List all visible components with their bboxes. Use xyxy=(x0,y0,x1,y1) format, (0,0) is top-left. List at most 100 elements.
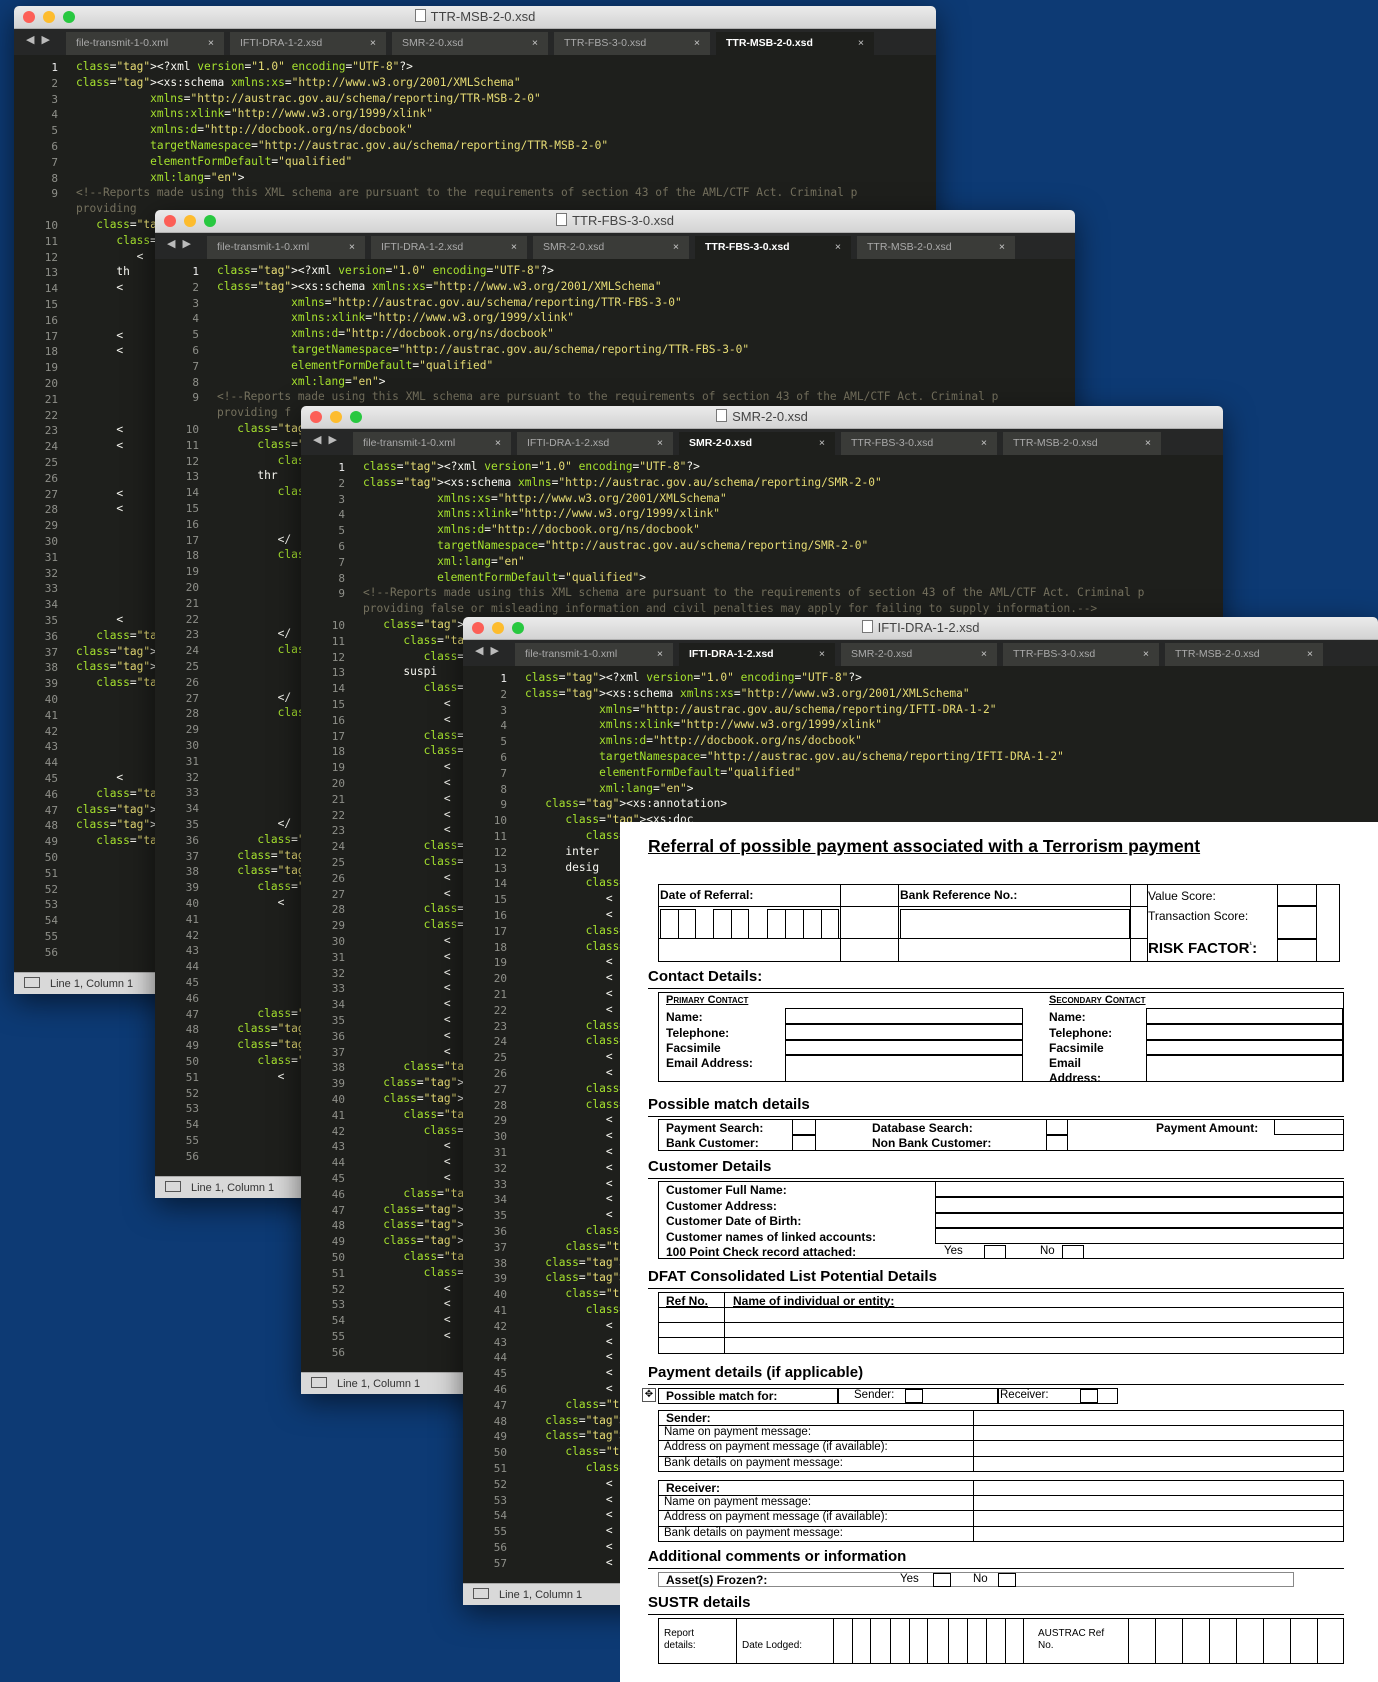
line-number: 1 xyxy=(192,265,199,278)
tab-ifti-dra-1-2-xsd[interactable]: IFTI-DRA-1-2.xsd × xyxy=(371,236,527,259)
point-check-yes-checkbox[interactable] xyxy=(984,1245,1006,1259)
assets-frozen-yes-checkbox[interactable] xyxy=(933,1573,951,1587)
bank-customer-checkbox[interactable] xyxy=(792,1135,816,1151)
screen-icon[interactable] xyxy=(311,1377,327,1388)
tab-ttr-fbs-3-0-xsd[interactable]: TTR-FBS-3-0.xsd × xyxy=(841,432,997,455)
tab-ttr-fbs-3-0-xsd[interactable]: TTR-FBS-3-0.xsd × xyxy=(1003,643,1159,666)
close-icon[interactable]: × xyxy=(835,236,841,259)
line-number: 7 xyxy=(500,766,507,780)
point-check-no-checkbox[interactable] xyxy=(1062,1245,1084,1259)
tab-smr-2-0-xsd[interactable]: SMR-2-0.xsd × xyxy=(841,643,997,666)
tab-ifti-dra-1-2-xsd[interactable]: IFTI-DRA-1-2.xsd × xyxy=(230,32,386,55)
customer-dob-input[interactable] xyxy=(935,1213,1344,1228)
close-icon[interactable]: × xyxy=(1307,643,1313,666)
close-icon[interactable]: × xyxy=(349,236,355,259)
close-icon[interactable]: × xyxy=(511,236,517,259)
close-icon[interactable]: × xyxy=(981,643,987,666)
close-icon[interactable]: × xyxy=(370,32,376,55)
close-icon[interactable]: × xyxy=(1143,643,1149,666)
close-icon[interactable]: × xyxy=(981,432,987,455)
secondary-email-input[interactable] xyxy=(1146,1055,1343,1082)
tab-smr-2-0-xsd[interactable]: SMR-2-0.xsd × xyxy=(392,32,548,55)
tab-ifti-dra-1-2-xsd[interactable]: IFTI-DRA-1-2.xsd × xyxy=(679,643,835,666)
primary-facsimile-input[interactable] xyxy=(785,1040,1023,1055)
tab-ttr-msb-2-0-xsd[interactable]: TTR-MSB-2-0.xsd × xyxy=(716,32,874,55)
tab-label: TTR-FBS-3-0.xsd xyxy=(1013,648,1096,660)
customer-address-input[interactable] xyxy=(935,1197,1344,1213)
austrac-ref-label: AUSTRAC Ref No. xyxy=(1038,1628,1105,1651)
bank-reference-input[interactable] xyxy=(900,909,1130,939)
screen-icon[interactable] xyxy=(473,1588,489,1599)
match-receiver-checkbox[interactable] xyxy=(1080,1389,1098,1403)
tab-label: TTR-FBS-3-0.xsd xyxy=(564,37,647,49)
secondary-name-input[interactable] xyxy=(1146,1008,1343,1024)
close-icon[interactable]: × xyxy=(694,32,700,55)
title-bar[interactable]: TTR-MSB-2-0.xsd xyxy=(14,6,936,29)
line-number: 39 xyxy=(185,881,199,895)
window-title: TTR-MSB-2-0.xsd xyxy=(14,9,936,24)
title-bar[interactable]: SMR-2-0.xsd xyxy=(301,406,1223,429)
tab-file-transmit-1-0-xml[interactable]: file-transmit-1-0.xml × xyxy=(66,32,224,55)
close-icon[interactable]: × xyxy=(819,432,825,455)
match-sender-checkbox[interactable] xyxy=(905,1389,923,1403)
primary-name-label: Name: xyxy=(666,1010,703,1024)
nav-arrows-icon[interactable]: ◀ ▶ xyxy=(313,433,339,446)
line-number: 18 xyxy=(44,345,58,359)
primary-email-input[interactable] xyxy=(785,1055,1023,1082)
value-score-input[interactable] xyxy=(1277,884,1317,906)
dfat-ref-no-header: Ref No. xyxy=(666,1294,708,1308)
tab-ttr-msb-2-0-xsd[interactable]: TTR-MSB-2-0.xsd × xyxy=(1003,432,1161,455)
close-icon[interactable]: × xyxy=(657,643,663,666)
close-icon[interactable]: × xyxy=(495,432,501,455)
secondary-telephone-input[interactable] xyxy=(1146,1024,1343,1040)
tab-file-transmit-1-0-xml[interactable]: file-transmit-1-0.xml × xyxy=(515,643,673,666)
customer-linked-accounts-input[interactable] xyxy=(935,1228,1344,1244)
move-handle-icon[interactable]: ✥ xyxy=(642,1388,656,1402)
line-number: 42 xyxy=(44,724,58,738)
close-icon[interactable]: × xyxy=(858,32,864,55)
payment-search-checkbox[interactable] xyxy=(792,1119,816,1135)
line-number: 30 xyxy=(331,935,345,948)
line-number: 7 xyxy=(338,555,345,569)
close-icon[interactable]: × xyxy=(1145,432,1151,455)
non-bank-customer-checkbox[interactable] xyxy=(1046,1135,1068,1151)
line-number: 6 xyxy=(500,751,507,764)
tab-file-transmit-1-0-xml[interactable]: file-transmit-1-0.xml × xyxy=(353,432,511,455)
close-icon[interactable]: × xyxy=(673,236,679,259)
customer-full-name-input[interactable] xyxy=(935,1181,1344,1197)
assets-frozen-no-checkbox[interactable] xyxy=(998,1573,1016,1587)
tab-ttr-msb-2-0-xsd[interactable]: TTR-MSB-2-0.xsd × xyxy=(857,236,1015,259)
close-icon[interactable]: × xyxy=(999,236,1005,259)
code-line: <!--Reports made using this XML schema a… xyxy=(76,186,858,200)
code-line: < xyxy=(525,1192,613,1206)
risk-factor-input[interactable] xyxy=(1277,939,1317,962)
close-icon[interactable]: × xyxy=(657,432,663,455)
tab-ttr-fbs-3-0-xsd[interactable]: TTR-FBS-3-0.xsd × xyxy=(695,236,851,259)
tab-smr-2-0-xsd[interactable]: SMR-2-0.xsd × xyxy=(533,236,689,259)
line-number: 7 xyxy=(51,155,58,169)
title-bar[interactable]: TTR-FBS-3-0.xsd xyxy=(155,210,1075,233)
nav-arrows-icon[interactable]: ◀ ▶ xyxy=(167,237,193,250)
nav-arrows-icon[interactable]: ◀ ▶ xyxy=(26,33,52,46)
primary-telephone-input[interactable] xyxy=(785,1024,1023,1040)
screen-icon[interactable] xyxy=(165,1181,181,1192)
line-number: 47 xyxy=(493,1398,507,1412)
tab-ttr-fbs-3-0-xsd[interactable]: TTR-FBS-3-0.xsd × xyxy=(554,32,710,55)
payment-amount-input[interactable] xyxy=(1274,1119,1344,1135)
close-icon[interactable]: × xyxy=(208,32,214,55)
screen-icon[interactable] xyxy=(24,977,40,988)
line-number: 23 xyxy=(185,628,199,642)
transaction-score-input[interactable] xyxy=(1277,906,1317,939)
close-icon[interactable]: × xyxy=(819,643,825,666)
close-icon[interactable]: × xyxy=(532,32,538,55)
secondary-facsimile-input[interactable] xyxy=(1146,1040,1343,1055)
tab-ttr-msb-2-0-xsd[interactable]: TTR-MSB-2-0.xsd × xyxy=(1165,643,1323,666)
line-number: 15 xyxy=(44,298,58,311)
nav-arrows-icon[interactable]: ◀ ▶ xyxy=(475,644,501,657)
primary-name-input[interactable] xyxy=(785,1008,1023,1024)
title-bar[interactable]: IFTI-DRA-1-2.xsd xyxy=(463,617,1378,640)
database-search-checkbox[interactable] xyxy=(1046,1119,1068,1135)
tab-file-transmit-1-0-xml[interactable]: file-transmit-1-0.xml × xyxy=(207,236,365,259)
tab-ifti-dra-1-2-xsd[interactable]: IFTI-DRA-1-2.xsd × xyxy=(517,432,673,455)
tab-smr-2-0-xsd[interactable]: SMR-2-0.xsd × xyxy=(679,432,835,455)
